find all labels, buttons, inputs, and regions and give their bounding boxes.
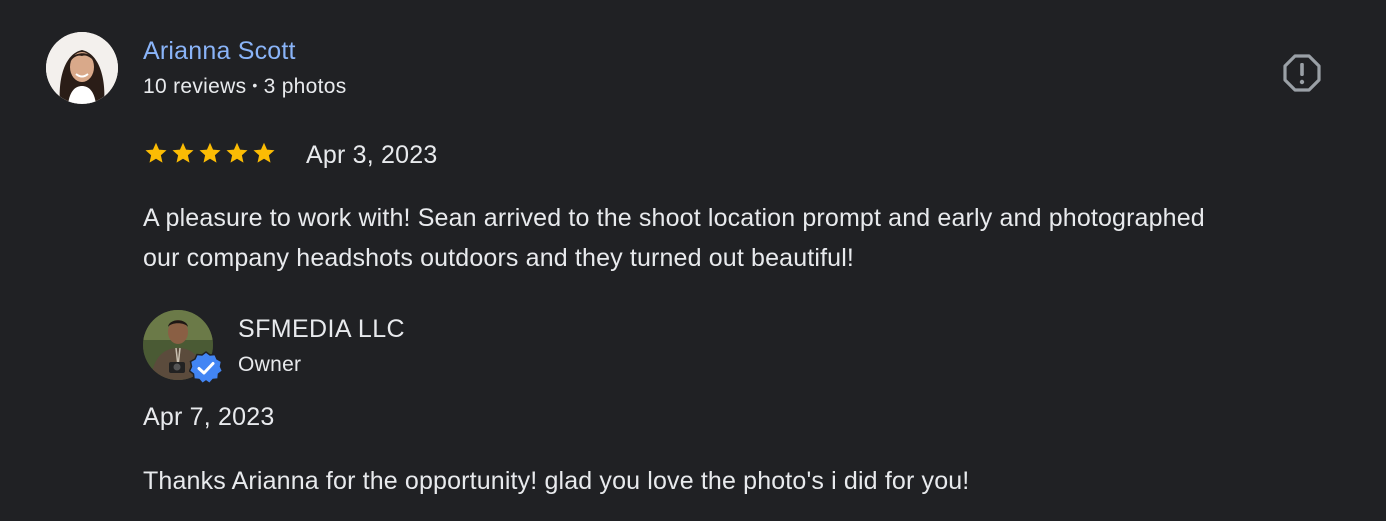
reviews-count: 10 reviews xyxy=(143,75,247,98)
verified-badge-icon xyxy=(189,351,223,385)
star-rating xyxy=(143,140,277,166)
star-icon xyxy=(253,142,275,163)
reply-text: Thanks Arianna for the opportunity! glad… xyxy=(143,467,970,495)
star-icon xyxy=(145,142,167,163)
star-icon xyxy=(199,142,221,163)
report-review-button[interactable] xyxy=(1282,53,1322,93)
owner-name: SFMEDIA LLC xyxy=(238,315,405,343)
review-card: Arianna Scott 10 reviews • 3 photos Apr 3,… xyxy=(0,0,1386,521)
reviewer-name[interactable]: Arianna Scott xyxy=(143,37,296,66)
review-text: A pleasure to work with! Sean arrived to… xyxy=(143,204,1205,272)
star-icon xyxy=(172,142,194,163)
reviewer-photo xyxy=(46,32,118,104)
photos-count: 3 photos xyxy=(263,75,347,98)
report-octagon-icon xyxy=(1283,54,1321,92)
owner-role: Owner xyxy=(238,353,302,376)
star-icon xyxy=(226,142,248,163)
review-date: Apr 3, 2023 xyxy=(306,141,438,169)
meta-separator: • xyxy=(252,77,258,93)
reply-date: Apr 7, 2023 xyxy=(143,403,275,431)
reviewer-avatar[interactable] xyxy=(46,32,118,104)
reviewer-meta: 10 reviews • 3 photos xyxy=(143,75,347,99)
